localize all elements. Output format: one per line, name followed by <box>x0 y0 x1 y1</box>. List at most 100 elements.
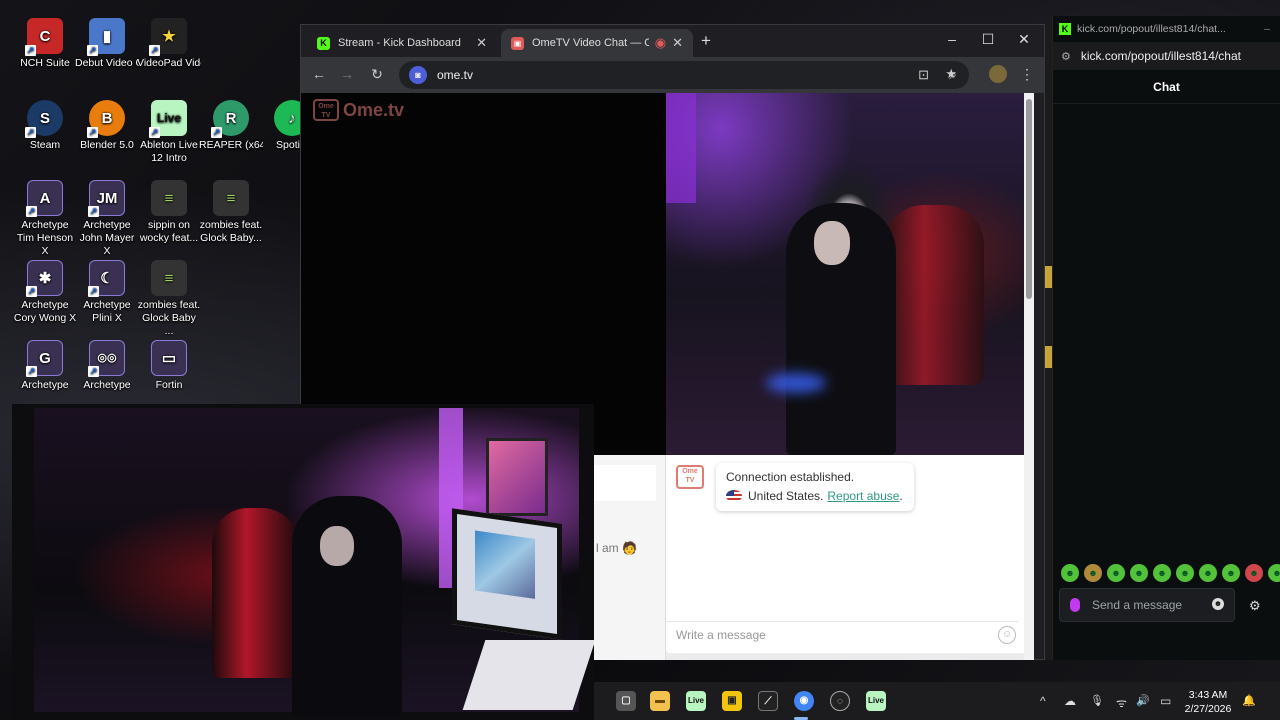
archetype-icon: A ↗ <box>26 180 63 217</box>
emote-icon[interactable]: ☻ <box>1084 564 1102 582</box>
chrome-icon[interactable]: ◉ <box>794 691 814 711</box>
country-text: United States. <box>748 489 824 503</box>
desktop-icon-debut[interactable]: ▮↗ Debut Video Capture So... <box>75 18 139 70</box>
desktop-icon-label: NCH Suite <box>20 57 70 69</box>
tab-kick-dashboard[interactable]: K Stream - Kick Dashboard ✕ <box>307 29 497 57</box>
desktop-icon-label: Archetype Plini X <box>83 299 131 324</box>
desktop-icon-reaper[interactable]: R ↗ REAPER (x64) <box>199 100 263 152</box>
back-button[interactable]: ← <box>309 66 329 82</box>
steam-icon: S ↗ <box>25 100 63 138</box>
desktop-icon-zombies-2[interactable]: ≡ zombies feat. Glock Baby ... <box>137 260 201 338</box>
task-view-icon[interactable]: ▢ <box>616 691 636 711</box>
desktop-icon-archetype-nolly[interactable]: ◎◎ ↗ Archetype <box>75 340 139 392</box>
desktop-icon-label: Archetype John Mayer X <box>79 219 135 257</box>
ableton-live-icon[interactable]: Live <box>686 691 706 711</box>
desktop-icon-archetype-john-mayer[interactable]: JM ↗ Archetype John Mayer X <box>75 180 139 258</box>
desktop-icon-label: sippin on wocky feat... <box>139 219 199 244</box>
send-message-input[interactable]: Send a message ☻ <box>1059 588 1235 622</box>
microphone-icon[interactable] <box>1070 598 1080 612</box>
message-input[interactable]: Write a message ☺ <box>666 621 1018 647</box>
google-lens-icon[interactable]: ⌕ <box>943 66 963 83</box>
tab-title: Stream - Kick Dashboard <box>338 37 461 49</box>
tab-ometv[interactable]: ▣ OmeTV Video Chat — Ome ◉ ✕ <box>501 29 693 57</box>
taskbar-clock[interactable]: 3:43 AM 2/27/2026 <box>1182 688 1234 716</box>
archetype-icon: JM ↗ <box>88 180 125 217</box>
emote-icon[interactable]: ☻ <box>1222 564 1240 582</box>
emote-icon[interactable]: ☻ <box>1153 564 1171 582</box>
desktop-icon-label: Steam <box>29 139 61 151</box>
archetype-icon: ◎◎ ↗ <box>88 340 125 377</box>
scrollbar-thumb[interactable] <box>1026 99 1032 299</box>
desktop-icon-nch-suite[interactable]: C ↗ NCH Suite <box>13 18 77 70</box>
battery-icon[interactable]: ▭ <box>1160 694 1171 708</box>
ableton-live-icon[interactable]: Live <box>866 691 886 711</box>
browser-menu-icon[interactable]: ⋮ <box>1017 66 1037 83</box>
partner-chat-card <box>594 465 656 501</box>
desktop-icon-sippin-on-wocky[interactable]: ≡ sippin on wocky feat... <box>137 180 201 245</box>
forward-button[interactable]: → <box>337 66 357 82</box>
obs-icon[interactable]: ◌ <box>830 691 850 711</box>
desktop-icon-archetype-tim-henson[interactable]: A ↗ Archetype Tim Henson X <box>13 180 77 258</box>
address-bar[interactable]: ◙ ome.tv ⊡ ★ <box>399 61 969 89</box>
emote-icon[interactable]: ☻ <box>1176 564 1194 582</box>
wifi-icon[interactable]: ᯤ <box>1116 694 1127 711</box>
volume-icon[interactable]: 🔊 <box>1136 694 1150 707</box>
desktop-icon-videopad[interactable]: ★↗ VideoPad Video Editor <box>137 18 201 70</box>
reload-button[interactable]: ↻ <box>367 66 387 83</box>
close-window-button[interactable]: ✕ <box>1009 31 1039 48</box>
desktop-icon-ableton[interactable]: Live ↗ Ableton Live 12 Intro <box>137 100 201 165</box>
tray-chevron-icon[interactable]: ^ <box>1040 694 1046 708</box>
page-scrollbar[interactable] <box>1024 93 1034 660</box>
desktop-icon-label: zombies feat. Glock Baby... <box>199 219 263 244</box>
desktop-icon-label: Archetype <box>83 379 131 391</box>
minimize-button[interactable]: – <box>937 31 967 47</box>
desktop-icon-archetype-plini[interactable]: ☾ ↗ Archetype Plini X <box>75 260 139 325</box>
chat-settings-gear-icon[interactable]: ⚙ <box>1249 598 1261 614</box>
tab-close-icon[interactable]: ✕ <box>672 35 683 51</box>
emote-icon[interactable]: ☻ <box>1268 564 1280 582</box>
connection-status-text: Connection established. <box>726 470 855 484</box>
desktop-icon-label: Archetype Tim Henson X <box>16 219 74 257</box>
notifications-icon[interactable]: 🔔 <box>1242 694 1256 707</box>
desktop-icon-zombies-1[interactable]: ≡ zombies feat. Glock Baby... <box>199 180 263 245</box>
system-message-bubble: Connection established. United States. R… <box>716 463 914 511</box>
site-settings-icon[interactable]: ⚙ <box>1061 50 1071 63</box>
desktop-icon-archetype-cory-wong[interactable]: ✱ ↗ Archetype Cory Wong X <box>13 260 77 325</box>
sticky-app-icon[interactable]: ▣ <box>722 691 742 711</box>
kick-logo-icon: K <box>1059 23 1071 35</box>
webcam-overlay <box>12 404 594 720</box>
emote-icon[interactable]: ☻ <box>1199 564 1217 582</box>
emoji-picker-icon[interactable]: ☻ <box>1212 598 1224 610</box>
install-app-icon[interactable]: ⊡ <box>918 67 929 83</box>
microphone-icon[interactable]: 🎙 <box>1090 694 1104 707</box>
file-explorer-icon[interactable]: ▬ <box>650 691 670 711</box>
new-tab-button[interactable]: + <box>701 31 711 51</box>
emote-bar: ☻ ☻ ☻ ☻ ☻ ☻ ☻ ☻ ☻ ☻ <box>1061 564 1280 582</box>
emoji-button[interactable]: ☺ <box>998 626 1016 644</box>
streamer-face <box>320 526 354 566</box>
report-abuse-link[interactable]: Report abuse <box>827 489 899 503</box>
site-camera-icon[interactable]: ◙ <box>409 66 427 84</box>
background-window-edge <box>1045 16 1052 660</box>
tab-close-icon[interactable]: ✕ <box>476 35 487 51</box>
monitor <box>452 508 562 640</box>
profile-avatar[interactable] <box>989 65 1007 83</box>
emote-icon[interactable]: ☻ <box>1245 564 1263 582</box>
desktop-icon-steam[interactable]: S ↗ Steam <box>13 100 77 152</box>
minimize-button[interactable]: – <box>1264 23 1270 35</box>
kick-address-bar[interactable]: ⚙ kick.com/popout/illest814/chat <box>1053 42 1280 70</box>
ometv-wordmark: Ome.tv <box>343 99 405 120</box>
reaper-taskbar-icon[interactable]: ⟋ <box>758 691 778 711</box>
maximize-button[interactable]: ☐ <box>973 31 1003 48</box>
desktop-icon-archetype-gojira[interactable]: G ↗ Archetype <box>13 340 77 392</box>
desktop-icon-label: Ableton Live 12 Intro <box>140 139 198 164</box>
emote-icon[interactable]: ☻ <box>1061 564 1079 582</box>
desktop-icon-blender[interactable]: B ↗ Blender 5.0 <box>75 100 139 152</box>
emote-icon[interactable]: ☻ <box>1130 564 1148 582</box>
desktop-icon-spotify[interactable]: ♪ Spoti <box>258 100 300 152</box>
videopad-icon: ★ ↗ <box>149 18 187 56</box>
emote-icon[interactable]: ☻ <box>1107 564 1125 582</box>
cloud-icon[interactable]: ☁ <box>1064 694 1076 708</box>
desktop-icon-fortin[interactable]: ▭ Fortin <box>137 340 201 392</box>
kick-favicon-icon: K <box>317 36 330 50</box>
